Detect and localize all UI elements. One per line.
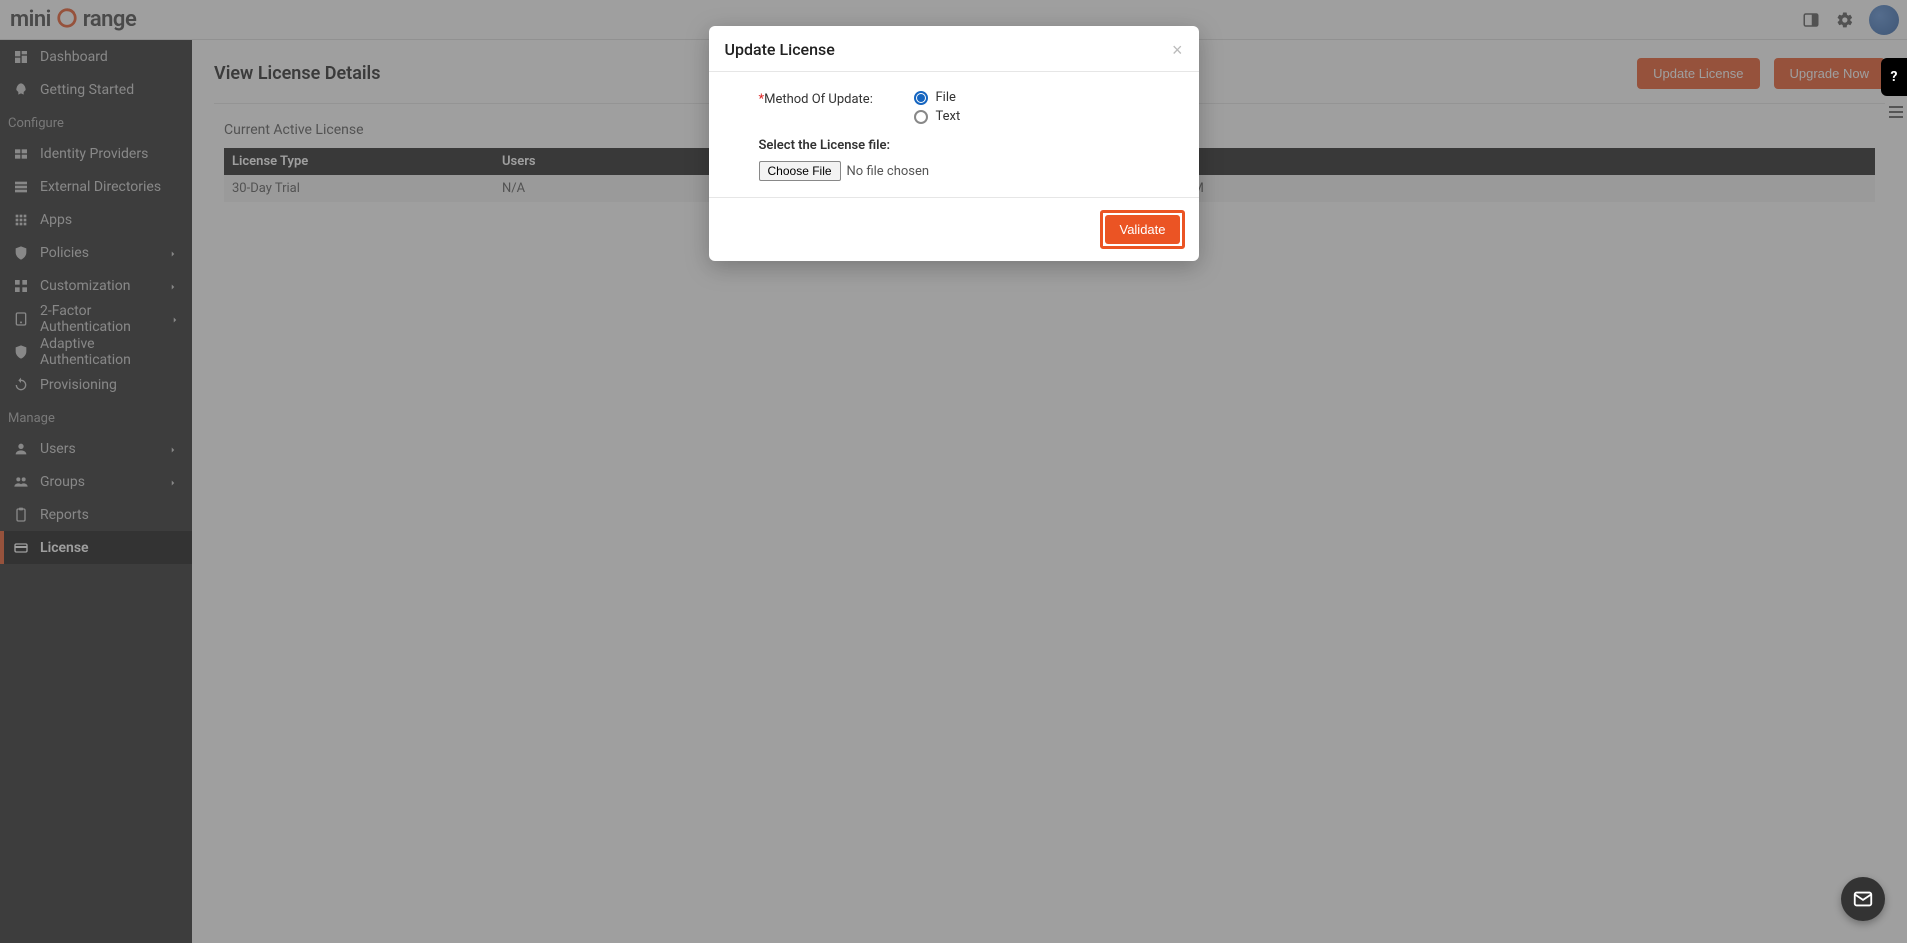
file-row: Choose File No file chosen (759, 161, 1181, 181)
radio-file[interactable]: File (914, 90, 961, 105)
modal-title: Update License (725, 40, 835, 59)
close-icon[interactable]: × (1172, 41, 1183, 59)
method-label-text: Method Of Update: (764, 92, 873, 107)
modal-body: *Method Of Update: File Text Select the … (709, 72, 1199, 197)
method-radios: File Text (914, 90, 961, 124)
modal-overlay[interactable]: Update License × *Method Of Update: File… (0, 0, 1907, 943)
modal-header: Update License × (709, 26, 1199, 71)
method-row: *Method Of Update: File Text (759, 90, 1181, 124)
select-file-label: Select the License file: (759, 138, 1181, 153)
radio-dot-text (914, 110, 928, 124)
radio-text-label: Text (936, 109, 961, 124)
modal-footer: Validate (709, 197, 1199, 261)
side-menu-icon[interactable] (1887, 100, 1907, 124)
radio-text[interactable]: Text (914, 109, 961, 124)
mail-fab[interactable] (1841, 877, 1885, 921)
radio-file-label: File (936, 90, 956, 105)
file-status: No file chosen (847, 164, 930, 179)
radio-dot-file (914, 91, 928, 105)
help-fab[interactable]: ? (1881, 58, 1907, 96)
choose-file-button[interactable]: Choose File (759, 161, 841, 181)
validate-highlight: Validate (1100, 210, 1184, 249)
validate-button[interactable]: Validate (1105, 215, 1179, 244)
method-label: *Method Of Update: (759, 90, 914, 107)
update-license-modal: Update License × *Method Of Update: File… (709, 26, 1199, 261)
